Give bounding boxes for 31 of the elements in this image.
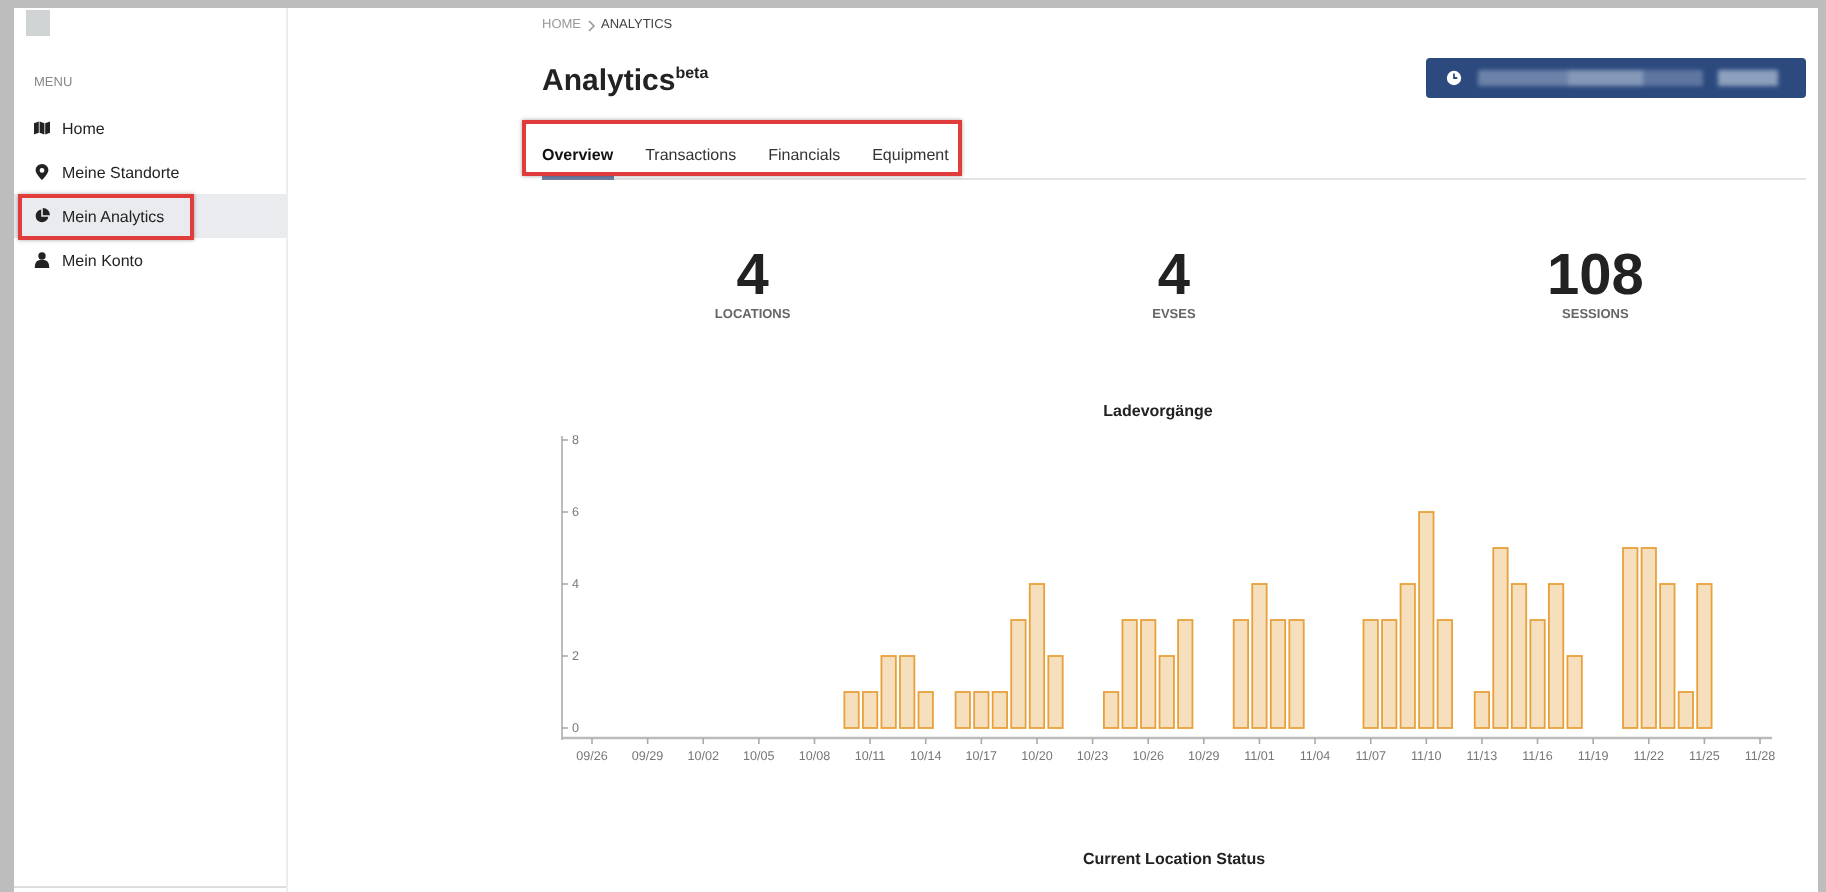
chart-bar: [1288, 619, 1305, 729]
tab[interactable]: Equipment: [872, 140, 949, 180]
chart-bar: [954, 691, 971, 729]
chart-bar: [1381, 619, 1398, 729]
chart-bar: [1269, 619, 1287, 729]
pin-icon: [34, 164, 50, 180]
person-icon: [34, 252, 50, 268]
chart-title: Ladevorgänge: [1101, 402, 1215, 420]
clock-icon: [1446, 70, 1462, 86]
chart-bar: [1232, 619, 1249, 729]
chart-bar: [973, 691, 990, 729]
logo-placeholder: [26, 10, 50, 36]
sidebar-item[interactable]: Home: [14, 106, 286, 150]
page-title: Analytics$^{beta}$: [542, 64, 709, 98]
chart-bar: [843, 691, 860, 729]
tab[interactable]: Financials: [768, 140, 841, 180]
sidebar-item[interactable]: Mein Konto: [14, 238, 286, 282]
chevron-right-icon: [587, 19, 595, 31]
pie-chart-icon: [34, 208, 50, 224]
sidebar-item[interactable]: Meine Standorte: [14, 150, 286, 194]
map-icon: [34, 120, 50, 136]
tab[interactable]: Overview: [542, 140, 614, 180]
stat-value: 4: [1157, 248, 1191, 304]
sidebar-item[interactable]: Mein Analytics: [14, 194, 286, 238]
stat-value: 108: [1546, 248, 1644, 304]
stat-value: 4: [736, 248, 769, 304]
date-range-button[interactable]: [1426, 58, 1806, 98]
chart-bar: [1529, 619, 1546, 729]
tab[interactable]: Transactions: [645, 140, 737, 180]
section-title: Current Location Status: [1080, 850, 1268, 868]
chart-bar: [1362, 619, 1379, 729]
